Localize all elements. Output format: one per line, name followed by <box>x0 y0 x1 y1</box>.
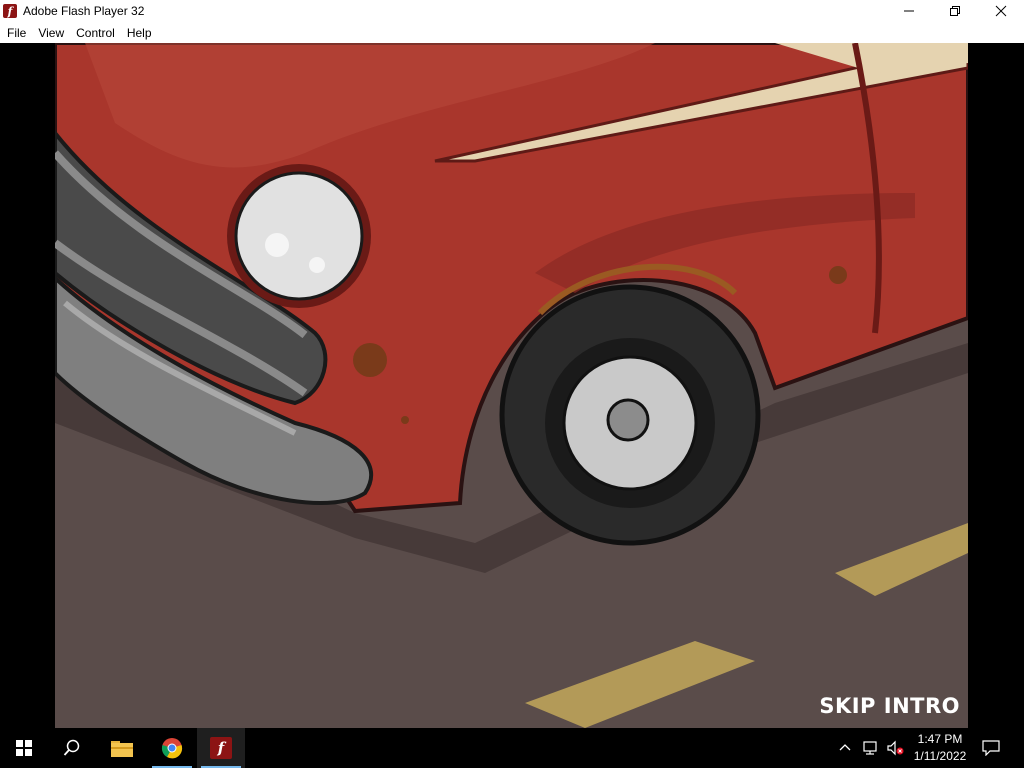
menu-help[interactable]: Help <box>121 26 158 40</box>
close-button[interactable] <box>978 0 1024 22</box>
taskbar: f 1:47 PM 1/11/2022 <box>0 728 1024 768</box>
taskbar-flash-player[interactable]: f <box>197 728 245 768</box>
clock-date: 1/11/2022 <box>913 749 967 763</box>
window-controls <box>886 0 1024 22</box>
menu-bar: File View Control Help <box>0 22 1024 43</box>
close-icon <box>995 5 1007 17</box>
chrome-icon <box>161 738 183 759</box>
start-button[interactable] <box>0 728 48 768</box>
notification-icon <box>982 740 1000 756</box>
minimize-button[interactable] <box>886 0 932 22</box>
maximize-button[interactable] <box>932 0 978 22</box>
system-tray <box>838 728 904 768</box>
window-title: Adobe Flash Player 32 <box>23 4 145 18</box>
car-illustration <box>55 43 968 728</box>
headlight <box>234 171 364 301</box>
system-clock[interactable]: 1:47 PM 1/11/2022 <box>905 728 975 768</box>
volume-muted-icon[interactable] <box>886 740 904 756</box>
rust-spot <box>401 416 409 424</box>
network-icon[interactable] <box>862 740 880 756</box>
headlight-glare <box>265 233 289 257</box>
menu-control[interactable]: Control <box>70 26 121 40</box>
flash-icon[interactable]: f <box>3 4 17 18</box>
search-button[interactable] <box>48 728 96 768</box>
rust-spot <box>353 343 387 377</box>
menu-file[interactable]: File <box>0 26 32 40</box>
chevron-up-icon[interactable] <box>838 741 852 755</box>
notifications-button[interactable] <box>968 728 1014 768</box>
file-explorer-icon <box>111 741 133 757</box>
headlight-glare <box>309 257 325 273</box>
search-icon <box>63 739 80 756</box>
taskbar-file-explorer[interactable] <box>98 728 146 768</box>
skip-intro-button[interactable]: SKIP INTRO <box>819 694 960 718</box>
hub-center <box>606 398 650 442</box>
rust-spot <box>829 266 847 284</box>
title-bar: f Adobe Flash Player 32 <box>0 0 1024 22</box>
minimize-icon <box>904 10 914 12</box>
flash-stage[interactable]: SKIP INTRO <box>55 43 968 728</box>
windows-start-icon <box>16 740 32 756</box>
clock-time: 1:47 PM <box>917 732 963 746</box>
restore-icon <box>950 6 960 16</box>
flash-player-icon: f <box>210 737 232 759</box>
taskbar-chrome[interactable] <box>148 728 196 768</box>
menu-view[interactable]: View <box>32 26 70 40</box>
